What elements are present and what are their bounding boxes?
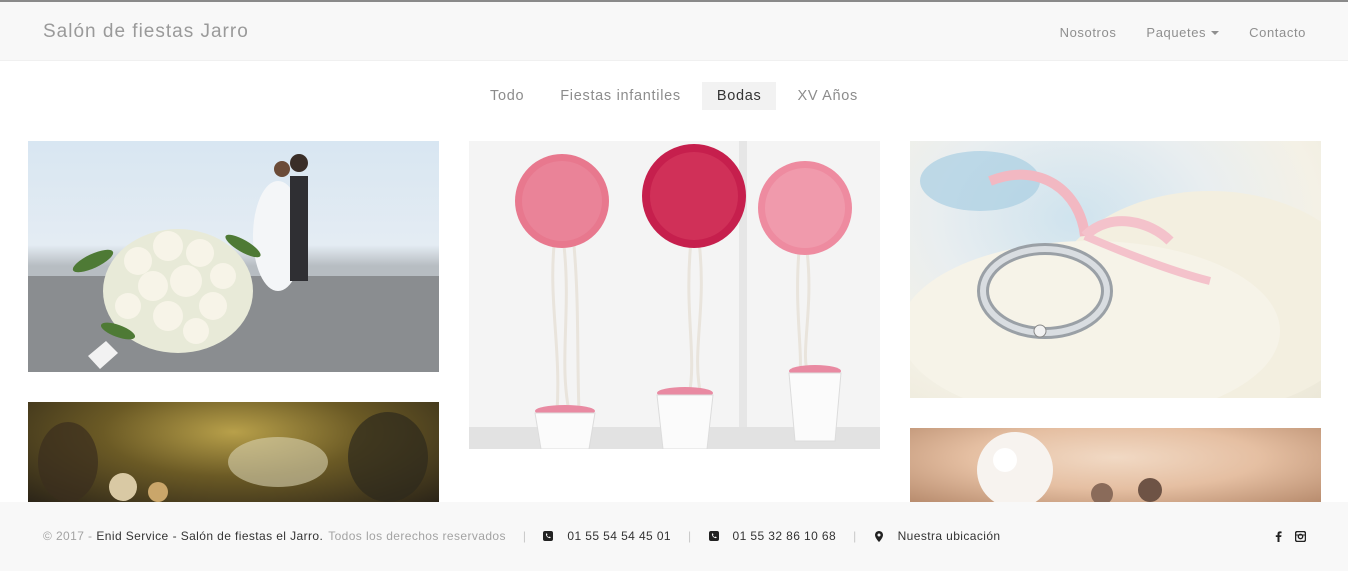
bouquet-image [28, 154, 439, 372]
location-link[interactable]: Nuestra ubicación [898, 529, 1001, 543]
company-link[interactable]: Enid Service [96, 529, 168, 543]
footer: © 2017 - Enid Service - Salón de fiestas… [0, 502, 1348, 571]
ring-image [910, 151, 1321, 398]
filter-bodas[interactable]: Bodas [701, 82, 777, 110]
instagram-icon[interactable] [1294, 530, 1306, 542]
map-marker-icon [874, 530, 884, 542]
phone-number-2[interactable]: 01 55 32 86 10 68 [733, 529, 837, 543]
gallery-photo-bouquet[interactable] [28, 141, 439, 372]
separator: | [687, 529, 692, 543]
copyright-text: © 2017 - [43, 529, 93, 543]
gallery-photo-balloon-figurines[interactable] [910, 428, 1321, 502]
topiaries-image [469, 141, 880, 449]
gallery-photo-ring[interactable] [910, 141, 1321, 398]
nav-paquetes[interactable]: Paquetes [1146, 25, 1220, 40]
gallery-photo-topiaries[interactable] [469, 141, 880, 449]
phone-icon [543, 531, 554, 541]
social-links [1262, 530, 1306, 542]
navbar: Salón de fiestas Jarro Nosotros Paquetes… [0, 2, 1348, 61]
nav-paquetes-label: Paquetes [1146, 25, 1207, 40]
gallery-photo-cake-figurines[interactable] [28, 402, 439, 502]
main-nav: Nosotros Paquetes Contacto [1030, 25, 1306, 40]
footer-info: © 2017 - Enid Service - Salón de fiestas… [43, 529, 1000, 543]
figurines-image [38, 412, 428, 502]
nav-contacto[interactable]: Contacto [1249, 25, 1306, 40]
separator: | [853, 529, 857, 543]
facebook-icon[interactable] [1272, 530, 1284, 542]
filter-fiestas-infantiles[interactable]: Fiestas infantiles [545, 82, 696, 110]
filter-todo[interactable]: Todo [475, 82, 539, 110]
brand-title[interactable]: Salón de fiestas Jarro [43, 21, 249, 43]
caret-down-icon [1211, 30, 1220, 35]
rights-text: Todos los derechos reservados [328, 529, 506, 543]
filter-xv-anos[interactable]: XV Años [782, 82, 873, 110]
balloon-image [977, 432, 1162, 502]
gallery-filters: Todo Fiestas infantiles Bodas XV Años [0, 82, 1348, 110]
separator: | [522, 529, 527, 543]
phone-number-1[interactable]: 01 55 54 54 45 01 [567, 529, 671, 543]
nav-nosotros[interactable]: Nosotros [1060, 25, 1117, 40]
phone-icon [708, 531, 719, 541]
company-tagline: - Salón de fiestas el Jarro. [172, 529, 324, 543]
